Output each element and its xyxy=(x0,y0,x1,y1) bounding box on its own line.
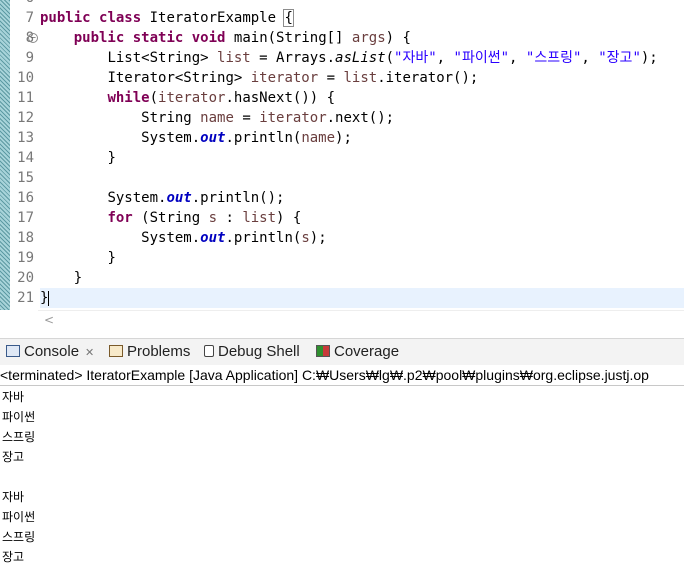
code-line: } xyxy=(73,270,83,286)
line-number: 16 xyxy=(17,190,34,206)
line-number: 9 xyxy=(25,50,34,66)
console-line: 자바 xyxy=(2,390,25,404)
line-number: 18 xyxy=(17,230,34,246)
tab-debug-shell[interactable]: Debug Shell xyxy=(204,339,300,365)
code-line: while(iterator.hasNext()) { xyxy=(107,90,336,106)
overview-ruler xyxy=(0,0,10,310)
collapse-fold-icon[interactable]: − xyxy=(28,33,38,43)
line-number: 21 xyxy=(17,290,34,306)
scroll-left-arrow-icon[interactable]: < xyxy=(44,311,54,328)
line-number: 17 xyxy=(17,210,34,226)
code-line: public class IteratorExample { xyxy=(40,9,294,27)
text-cursor xyxy=(48,290,50,306)
matching-brace: { xyxy=(283,9,294,27)
line-number: 13 xyxy=(17,130,34,146)
console-line: 파이썬 xyxy=(2,510,36,524)
code-line: System.out.println(); xyxy=(107,190,285,206)
console-line: 장고 xyxy=(2,550,25,564)
console-process-label: <terminated> IteratorExample [Java Appli… xyxy=(0,365,684,386)
tab-label: Coverage xyxy=(334,343,400,360)
debug-shell-icon xyxy=(204,345,214,358)
line-number: 12 xyxy=(17,110,34,126)
console-line: 장고 xyxy=(2,450,25,464)
problems-icon xyxy=(109,345,123,358)
console-icon xyxy=(6,345,20,358)
line-number: 7 xyxy=(25,10,34,26)
code-line: Iterator<String> iterator = list.iterato… xyxy=(107,70,479,86)
tab-label: Debug Shell xyxy=(218,343,300,360)
code-line: public static void main(String[] args) { xyxy=(73,30,411,46)
line-number: 6 xyxy=(12,0,34,8)
code-line-current: } xyxy=(40,288,684,308)
code-line: String name = iterator.next(); xyxy=(141,110,395,126)
coverage-icon xyxy=(316,345,330,358)
code-line: List<String> list = Arrays.asList("자바", … xyxy=(107,50,658,66)
code-line: for (String s : list) { xyxy=(107,210,302,226)
line-number: 15 xyxy=(17,170,34,186)
console-line: 스프링 xyxy=(2,530,36,544)
line-number: 10 xyxy=(17,70,34,86)
close-icon[interactable]: ✕ xyxy=(85,347,94,359)
tab-coverage[interactable]: Coverage xyxy=(316,339,399,365)
code-line: System.out.println(s); xyxy=(141,230,327,246)
code-line: } xyxy=(107,150,116,166)
code-line: } xyxy=(107,250,116,266)
tab-console[interactable]: Console ✕ xyxy=(6,339,94,365)
console-line: 파이썬 xyxy=(2,410,36,424)
line-number: 14 xyxy=(17,150,34,166)
code-line: System.out.println(name); xyxy=(141,130,352,146)
tab-label: Console xyxy=(24,343,80,360)
tab-label: Problems xyxy=(127,343,191,360)
line-number: 11 xyxy=(17,90,34,106)
line-number: 19 xyxy=(17,250,34,266)
tab-problems[interactable]: Problems xyxy=(109,339,190,365)
line-number: 20 xyxy=(17,270,34,286)
console-line: 스프링 xyxy=(2,430,36,444)
console-line: 자바 xyxy=(2,490,25,504)
view-tab-bar: Console ✕ Problems Debug Shell Coverage xyxy=(0,338,684,366)
horizontal-scrollbar[interactable]: < xyxy=(38,310,684,328)
code-editor[interactable]: 6 7 8 9 10 11 12 13 14 15 16 17 18 19 20… xyxy=(0,0,684,328)
